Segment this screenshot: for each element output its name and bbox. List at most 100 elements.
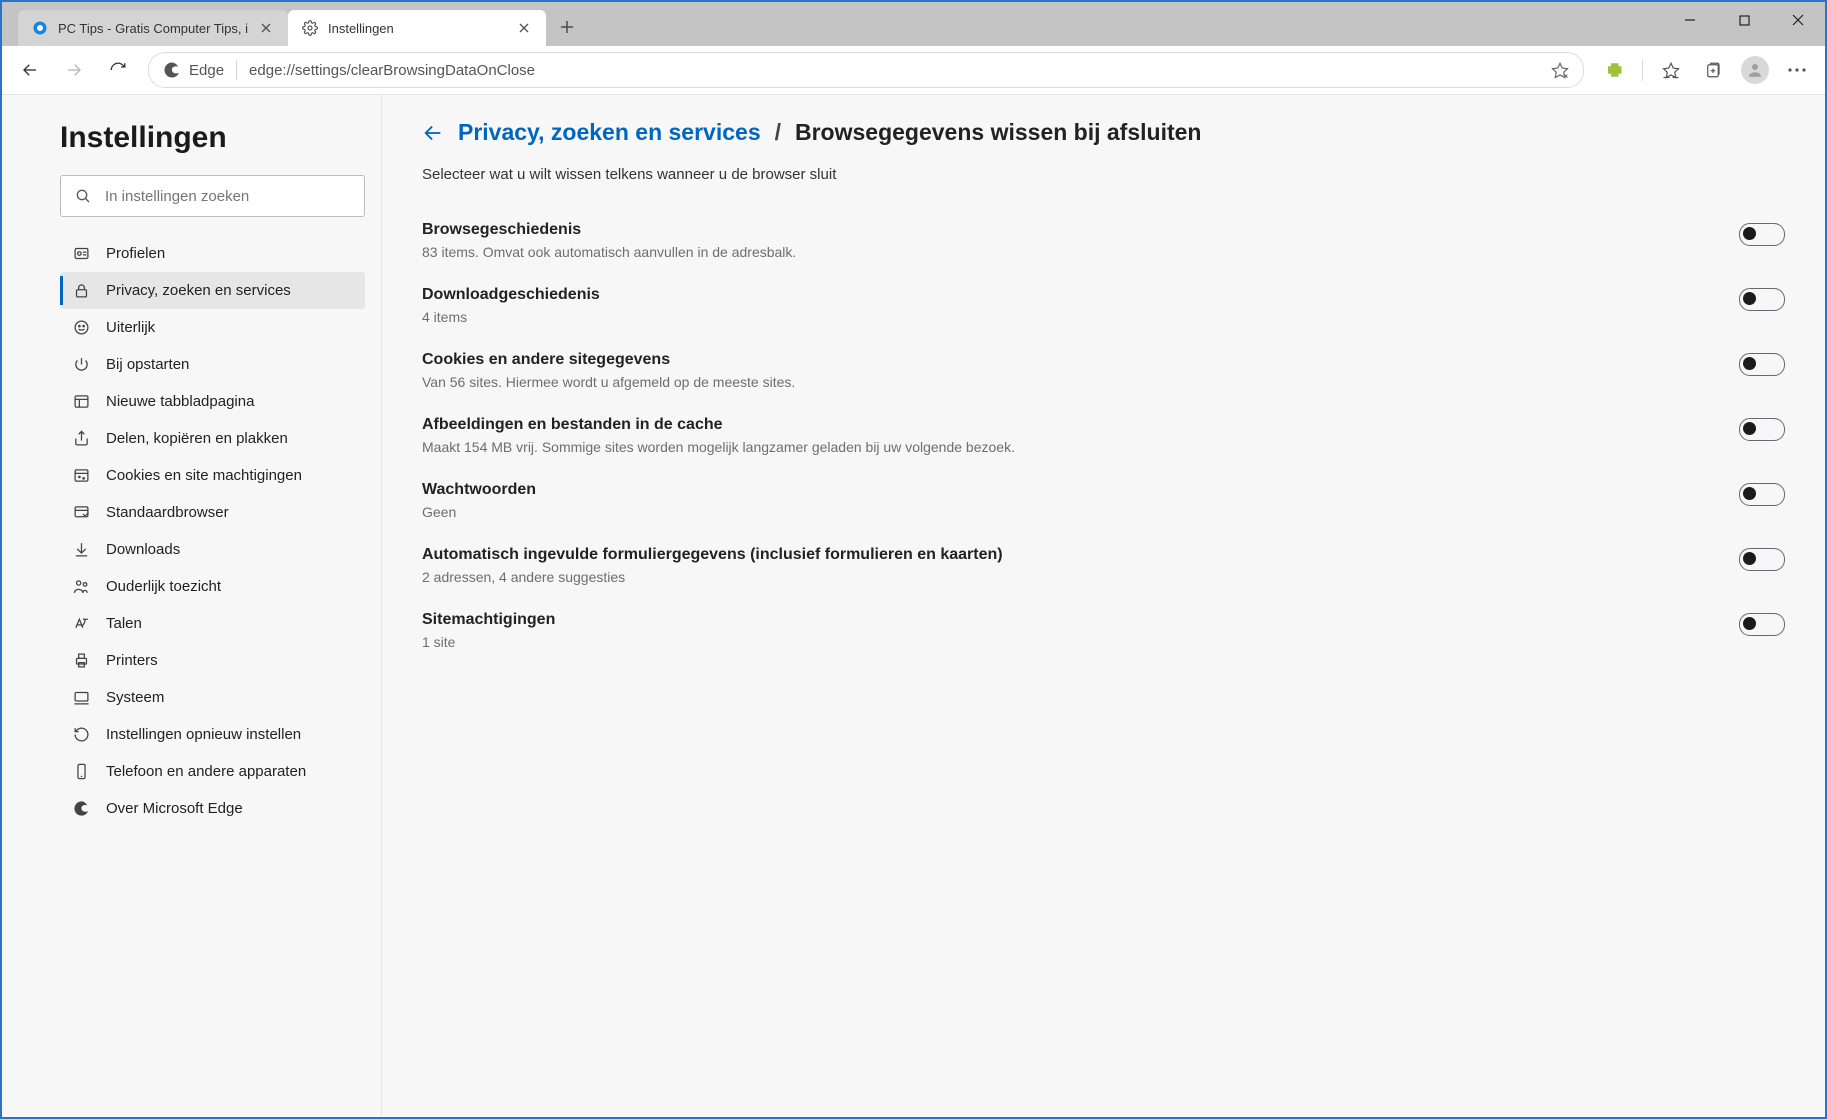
collections-button[interactable] — [1693, 50, 1733, 90]
setting-row: WachtwoordenGeen — [422, 469, 1785, 534]
setting-title: Browsegeschiedenis — [422, 221, 1699, 239]
globe-icon — [32, 20, 48, 36]
setting-row: Browsegeschiedenis83 items. Omvat ook au… — [422, 209, 1785, 274]
setting-desc: Maakt 154 MB vrij. Sommige sites worden … — [422, 439, 1699, 455]
toggle-switch[interactable] — [1739, 223, 1785, 246]
tab-title: PC Tips - Gratis Computer Tips, i — [58, 21, 248, 36]
sidebar-item-over[interactable]: Over Microsoft Edge — [60, 790, 365, 827]
sidebar-item-label: Profielen — [106, 245, 165, 262]
breadcrumb: Privacy, zoeken en services / Browsegege… — [422, 119, 1785, 146]
setting-row: Downloadgeschiedenis 4 items — [422, 274, 1785, 339]
close-window-button[interactable] — [1771, 2, 1825, 38]
reset-icon — [72, 726, 90, 743]
gear-icon — [302, 20, 318, 36]
settings-search-input[interactable] — [103, 187, 350, 206]
sidebar-item-label: Standaardbrowser — [106, 504, 229, 521]
share-icon — [72, 430, 90, 447]
close-icon[interactable] — [258, 20, 274, 36]
sidebar-item-opstarten[interactable]: Bij opstarten — [60, 346, 365, 383]
address-bar[interactable]: Edge edge://settings/clearBrowsingDataOn… — [148, 52, 1584, 88]
edge-icon — [72, 800, 90, 817]
profile-button[interactable] — [1735, 50, 1775, 90]
sidebar-item-label: Systeem — [106, 689, 164, 706]
sidebar-item-downloads[interactable]: Downloads — [60, 531, 365, 568]
toggle-switch[interactable] — [1739, 613, 1785, 636]
setting-title: Afbeeldingen en bestanden in de cache — [422, 416, 1699, 434]
toolbar: Edge edge://settings/clearBrowsingDataOn… — [2, 46, 1825, 95]
sidebar-item-standaard[interactable]: Standaardbrowser — [60, 494, 365, 531]
search-icon — [75, 188, 91, 204]
settings-search[interactable] — [60, 175, 365, 217]
sidebar-item-printers[interactable]: Printers — [60, 642, 365, 679]
back-button[interactable] — [10, 50, 50, 90]
toggle-switch[interactable] — [1739, 418, 1785, 441]
setting-desc: Geen — [422, 504, 1699, 520]
setting-desc: 1 site — [422, 634, 1699, 650]
setting-row: Cookies en andere sitegegevens Van 56 sit… — [422, 339, 1785, 404]
sidebar-item-label: Nieuwe tabbladpagina — [106, 393, 254, 410]
toolbar-right — [1594, 50, 1817, 90]
sidebar-item-label: Privacy, zoeken en services — [106, 282, 291, 299]
sidebar-item-talen[interactable]: Talen — [60, 605, 365, 642]
sidebar-item-label: Talen — [106, 615, 142, 632]
setting-desc: Van 56 sites. Hiermee wordt u afgemeld o… — [422, 374, 1699, 390]
sidebar-item-label: Instellingen opnieuw instellen — [106, 726, 301, 743]
setting-title: Automatisch ingevulde formuliergegevens … — [422, 546, 1699, 564]
tab-title: Instellingen — [328, 21, 506, 36]
language-icon — [72, 615, 90, 632]
minimize-button[interactable] — [1663, 2, 1717, 38]
setting-desc: 4 items — [422, 309, 1699, 325]
sidebar-item-reset[interactable]: Instellingen opnieuw instellen — [60, 716, 365, 753]
forward-button[interactable] — [54, 50, 94, 90]
back-arrow-button[interactable] — [422, 122, 444, 144]
toggle-switch[interactable] — [1739, 353, 1785, 376]
sidebar-item-label: Downloads — [106, 541, 180, 558]
breadcrumb-current: Browsegegevens wissen bij afsluiten — [795, 119, 1201, 146]
new-tab-button[interactable] — [550, 10, 584, 44]
favorite-star-icon[interactable] — [1551, 61, 1569, 79]
refresh-button[interactable] — [98, 50, 138, 90]
more-button[interactable] — [1777, 50, 1817, 90]
tab-pc-tips[interactable]: PC Tips - Gratis Computer Tips, i — [18, 10, 288, 46]
divider — [1642, 59, 1643, 81]
lock-icon — [72, 282, 90, 299]
sidebar-item-label: Over Microsoft Edge — [106, 800, 243, 817]
favorites-button[interactable] — [1651, 50, 1691, 90]
maximize-button[interactable] — [1717, 2, 1771, 38]
tab-settings[interactable]: Instellingen — [288, 10, 546, 46]
extensions-button[interactable] — [1594, 50, 1634, 90]
main: Instellingen Profielen Privacy, zoeken e… — [2, 95, 1825, 1117]
setting-row: Sitemachtigingen 1 site — [422, 599, 1785, 664]
sidebar-item-delen[interactable]: Delen, kopiëren en plakken — [60, 420, 365, 457]
site-identity: Edge — [163, 61, 224, 79]
edge-icon — [163, 61, 181, 79]
setting-title: Downloadgeschiedenis — [422, 286, 1699, 304]
sidebar-item-ouderlijk[interactable]: Ouderlijk toezicht — [60, 568, 365, 605]
sidebar-item-systeem[interactable]: Systeem — [60, 679, 365, 716]
toggle-switch[interactable] — [1739, 288, 1785, 311]
profile-icon — [72, 245, 90, 262]
sidebar-item-nieuwe-tab[interactable]: Nieuwe tabbladpagina — [60, 383, 365, 420]
sidebar-item-profielen[interactable]: Profielen — [60, 235, 365, 272]
breadcrumb-link[interactable]: Privacy, zoeken en services — [458, 119, 761, 146]
url-text: edge://settings/clearBrowsingDataOnClose — [249, 62, 1539, 79]
sidebar-item-label: Bij opstarten — [106, 356, 189, 373]
toggle-switch[interactable] — [1739, 483, 1785, 506]
divider — [236, 60, 237, 80]
sidebar-item-telefoon[interactable]: Telefoon en andere apparaten — [60, 753, 365, 790]
sidebar-item-cookies[interactable]: Cookies en site machtigingen — [60, 457, 365, 494]
sidebar-item-privacy[interactable]: Privacy, zoeken en services — [60, 272, 365, 309]
appearance-icon — [72, 319, 90, 336]
phone-icon — [72, 763, 90, 780]
toggle-switch[interactable] — [1739, 548, 1785, 571]
close-icon[interactable] — [516, 20, 532, 36]
setting-row: Automatisch ingevulde formuliergegevens … — [422, 534, 1785, 599]
setting-title: Sitemachtigingen — [422, 611, 1699, 629]
setting-title: Cookies en andere sitegegevens — [422, 351, 1699, 369]
family-icon — [72, 578, 90, 595]
sidebar-title: Instellingen — [60, 121, 365, 155]
printer-icon — [72, 652, 90, 669]
system-icon — [72, 689, 90, 706]
sidebar-item-uiterlijk[interactable]: Uiterlijk — [60, 309, 365, 346]
tab-strip: PC Tips - Gratis Computer Tips, i Instel… — [2, 2, 1825, 46]
